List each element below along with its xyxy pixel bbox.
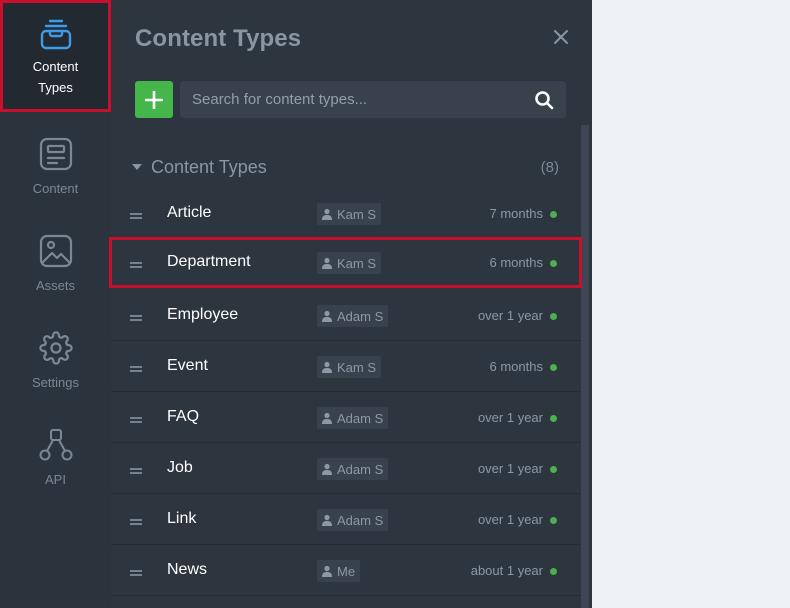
content-icon [36, 134, 76, 174]
rail-item-api[interactable]: API [0, 411, 111, 508]
updated-time: 6 months [489, 255, 543, 270]
rail-item-assets[interactable]: Assets [0, 217, 111, 314]
rail-item-label: Settings [32, 375, 79, 390]
author-badge: Adam S [317, 458, 389, 480]
rail-item-content-types[interactable]: Content Types [0, 0, 111, 112]
drag-handle-icon[interactable] [129, 514, 143, 525]
status-dot [550, 313, 557, 320]
status-dot [550, 260, 557, 267]
content-type-name: Event [167, 357, 208, 374]
side-rail: Content Types Content Assets Settings AP… [0, 0, 111, 608]
content-type-name: Department [167, 253, 251, 270]
user-icon [322, 463, 332, 475]
author-badge: Me [317, 560, 361, 582]
user-icon [322, 514, 332, 526]
author-badge: Adam S [317, 407, 389, 429]
user-icon [322, 257, 332, 269]
drag-handle-icon[interactable] [129, 208, 143, 219]
list-item[interactable]: FAQ Adam S over 1 year [111, 392, 581, 443]
list-item[interactable]: Link Adam S over 1 year [111, 494, 581, 545]
api-icon [36, 425, 76, 465]
content-type-name: Link [167, 510, 197, 527]
user-icon [322, 361, 332, 373]
status-dot [550, 517, 557, 524]
group-title: Content Types [151, 156, 267, 177]
assets-icon [36, 231, 76, 271]
status-dot [550, 568, 557, 575]
content-type-name: News [167, 561, 208, 578]
list-item[interactable]: Job Adam S over 1 year [111, 443, 581, 494]
content-type-name: Article [167, 204, 212, 221]
content-types-icon [36, 14, 76, 54]
close-button[interactable] [551, 27, 571, 47]
search-box [180, 81, 566, 118]
caret-down-icon [129, 159, 145, 175]
rail-item-content[interactable]: Content [0, 120, 111, 217]
author-badge: Adam S [317, 305, 389, 327]
updated-time: over 1 year [477, 308, 543, 323]
search-icon[interactable] [534, 90, 554, 110]
updated-time: about 1 year [470, 563, 543, 578]
gear-icon [36, 328, 76, 368]
rail-item-label: Assets [35, 278, 75, 293]
content-type-name: Employee [167, 306, 239, 323]
list-item[interactable]: Department Kam S 6 months [109, 237, 582, 288]
rail-item-label: Content [32, 181, 79, 196]
drag-handle-icon[interactable] [129, 412, 143, 423]
updated-time: 7 months [489, 206, 543, 221]
drag-handle-icon[interactable] [129, 310, 143, 321]
list-item[interactable]: Event Kam S 6 months [111, 341, 581, 392]
rail-item-label: API [45, 472, 66, 487]
user-icon [322, 412, 332, 424]
scrollbar[interactable] [581, 125, 589, 608]
content-type-name: Job [167, 459, 193, 476]
user-icon [322, 208, 332, 220]
list-item[interactable]: News Me about 1 year [111, 545, 581, 596]
rail-item-label: Content Types [32, 59, 79, 95]
updated-time: over 1 year [477, 512, 543, 527]
status-dot [550, 364, 557, 371]
user-icon [322, 565, 332, 577]
updated-time: 6 months [489, 359, 543, 374]
list-item[interactable]: Employee Adam S over 1 year [111, 290, 581, 341]
panel-title: Content Types [135, 25, 302, 52]
group-count: (8) [540, 158, 559, 176]
close-icon [554, 30, 568, 44]
plus-icon [145, 90, 163, 109]
list-item[interactable]: Article Kam S 7 months [111, 188, 581, 239]
add-content-type-button[interactable] [135, 81, 173, 118]
drag-handle-icon[interactable] [129, 257, 143, 268]
group-header-content-types[interactable]: Content Types (8) [129, 152, 559, 182]
user-icon [322, 310, 332, 322]
status-dot [550, 211, 557, 218]
content-types-panel: Content Types Content Types (8) [109, 0, 592, 608]
drag-handle-icon[interactable] [129, 463, 143, 474]
search-input[interactable] [180, 81, 520, 118]
author-badge: Kam S [317, 203, 382, 225]
author-badge: Adam S [317, 509, 389, 531]
status-dot [550, 466, 557, 473]
updated-time: over 1 year [477, 461, 543, 476]
author-badge: Kam S [317, 252, 382, 274]
drag-handle-icon[interactable] [129, 565, 143, 576]
content-type-name: FAQ [167, 408, 200, 425]
drag-handle-icon[interactable] [129, 361, 143, 372]
rail-item-settings[interactable]: Settings [0, 314, 111, 411]
author-badge: Kam S [317, 356, 382, 378]
status-dot [550, 415, 557, 422]
updated-time: over 1 year [477, 410, 543, 425]
